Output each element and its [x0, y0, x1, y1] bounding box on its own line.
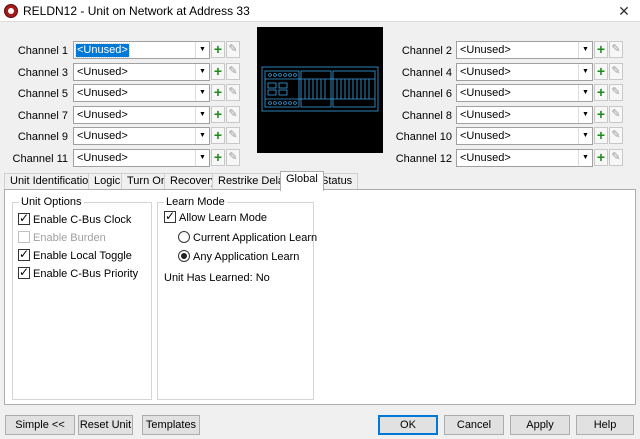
chevron-down-icon[interactable]: ▼: [578, 150, 592, 166]
channel-8-select[interactable]: <Unused> ▼: [456, 106, 593, 124]
channel-label: Channel 2: [401, 45, 452, 57]
chevron-down-icon[interactable]: ▼: [195, 150, 209, 166]
tab-unit-identification[interactable]: Unit Identification: [4, 173, 101, 190]
channel-7-select[interactable]: <Unused> ▼: [73, 106, 210, 124]
chevron-down-icon[interactable]: ▼: [195, 128, 209, 144]
checkbox-checked-icon[interactable]: [18, 247, 30, 262]
channel-11-select[interactable]: <Unused> ▼: [73, 149, 210, 167]
unit-learned-status: Unit Has Learned: No: [164, 272, 270, 284]
chevron-down-icon[interactable]: ▼: [578, 85, 592, 101]
add-icon[interactable]: +: [594, 106, 608, 123]
apply-button[interactable]: Apply: [510, 415, 570, 435]
relay-unit-icon: [261, 66, 379, 112]
pencil-icon[interactable]: ✎: [609, 63, 623, 80]
add-icon[interactable]: +: [594, 63, 608, 80]
chevron-down-icon[interactable]: ▼: [195, 107, 209, 123]
channel-label: Channel 1: [17, 45, 68, 57]
any-application-learn-radio[interactable]: Any Application Learn: [178, 250, 299, 263]
chevron-down-icon[interactable]: ▼: [578, 42, 592, 58]
channel-4-select[interactable]: <Unused> ▼: [456, 63, 593, 81]
enable-local-toggle-checkbox[interactable]: Enable Local Toggle: [18, 247, 132, 262]
add-icon[interactable]: +: [211, 63, 225, 80]
allow-learn-mode-checkbox[interactable]: Allow Learn Mode: [164, 209, 267, 224]
add-icon[interactable]: +: [211, 41, 225, 58]
help-button[interactable]: Help: [576, 415, 634, 435]
tab-global[interactable]: Global: [280, 171, 324, 191]
checkbox-checked-icon[interactable]: [18, 265, 30, 280]
pencil-icon[interactable]: ✎: [226, 84, 240, 101]
learn-mode-group: Learn Mode Allow Learn Mode Current Appl…: [157, 196, 317, 400]
enable-cbus-clock-checkbox[interactable]: Enable C-Bus Clock: [18, 211, 131, 226]
app-icon: [4, 4, 18, 18]
channel-3-select[interactable]: <Unused> ▼: [73, 63, 210, 81]
pencil-icon[interactable]: ✎: [226, 149, 240, 166]
chevron-down-icon[interactable]: ▼: [195, 64, 209, 80]
current-application-learn-radio[interactable]: Current Application Learn: [178, 231, 317, 244]
pencil-icon[interactable]: ✎: [226, 127, 240, 144]
cancel-button[interactable]: Cancel: [444, 415, 504, 435]
channel-label: Channel 12: [395, 153, 452, 165]
channel-label: Channel 6: [401, 88, 452, 100]
add-icon[interactable]: +: [211, 127, 225, 144]
chevron-down-icon[interactable]: ▼: [578, 128, 592, 144]
templates-button[interactable]: Templates: [142, 415, 200, 435]
pencil-icon[interactable]: ✎: [609, 106, 623, 123]
global-tab-panel: Unit Options Enable C-Bus Clock Enable B…: [4, 189, 636, 405]
pencil-icon[interactable]: ✎: [609, 41, 623, 58]
unit-options-title: Unit Options: [19, 196, 84, 208]
add-icon[interactable]: +: [594, 149, 608, 166]
add-icon[interactable]: +: [594, 84, 608, 101]
channel-1-select[interactable]: <Unused> ▼: [73, 41, 210, 59]
pencil-icon[interactable]: ✎: [226, 106, 240, 123]
learn-mode-title: Learn Mode: [164, 196, 227, 208]
radio-unselected-icon[interactable]: [178, 231, 190, 243]
checkbox-checked-icon[interactable]: [164, 209, 176, 224]
add-icon[interactable]: +: [594, 127, 608, 144]
channel-label: Channel 5: [17, 88, 68, 100]
enable-burden-checkbox: Enable Burden: [18, 231, 106, 244]
channel-5-select[interactable]: <Unused> ▼: [73, 84, 210, 102]
add-icon[interactable]: +: [211, 149, 225, 166]
pencil-icon[interactable]: ✎: [609, 149, 623, 166]
channel-10-select[interactable]: <Unused> ▼: [456, 127, 593, 145]
chevron-down-icon[interactable]: ▼: [195, 42, 209, 58]
unit-options-group: Unit Options Enable C-Bus Clock Enable B…: [12, 196, 152, 400]
simple-button[interactable]: Simple <<: [5, 415, 75, 435]
enable-cbus-priority-checkbox[interactable]: Enable C-Bus Priority: [18, 265, 138, 280]
title-bar[interactable]: RELDN12 - Unit on Network at Address 33 …: [0, 0, 640, 22]
chevron-down-icon[interactable]: ▼: [578, 64, 592, 80]
checkbox-checked-icon[interactable]: [18, 211, 30, 226]
add-icon[interactable]: +: [211, 106, 225, 123]
channel-label: Channel 9: [17, 131, 68, 143]
add-icon[interactable]: +: [594, 41, 608, 58]
pencil-icon[interactable]: ✎: [226, 63, 240, 80]
channel-9-select[interactable]: <Unused> ▼: [73, 127, 210, 145]
unit-image: [257, 27, 383, 153]
chevron-down-icon[interactable]: ▼: [578, 107, 592, 123]
channel-label: Channel 11: [12, 153, 68, 165]
add-icon[interactable]: +: [211, 84, 225, 101]
window-title: RELDN12 - Unit on Network at Address 33: [23, 4, 250, 18]
channel-label: Channel 8: [401, 110, 452, 122]
reset-unit-button[interactable]: Reset Unit: [78, 415, 133, 435]
pencil-icon[interactable]: ✎: [609, 127, 623, 144]
checkbox-unchecked-icon: [18, 231, 30, 243]
channel-label: Channel 3: [17, 67, 68, 79]
channel-2-select[interactable]: <Unused> ▼: [456, 41, 593, 59]
radio-selected-icon[interactable]: [178, 250, 190, 262]
pencil-icon[interactable]: ✎: [226, 41, 240, 58]
channel-6-select[interactable]: <Unused> ▼: [456, 84, 593, 102]
chevron-down-icon[interactable]: ▼: [195, 85, 209, 101]
close-icon[interactable]: ✕: [608, 0, 640, 22]
channel-label: Channel 7: [17, 110, 68, 122]
channel-label: Channel 10: [395, 131, 452, 143]
pencil-icon[interactable]: ✎: [609, 84, 623, 101]
channel-label: Channel 4: [401, 67, 452, 79]
channel-12-select[interactable]: <Unused> ▼: [456, 149, 593, 167]
ok-button[interactable]: OK: [378, 415, 438, 435]
